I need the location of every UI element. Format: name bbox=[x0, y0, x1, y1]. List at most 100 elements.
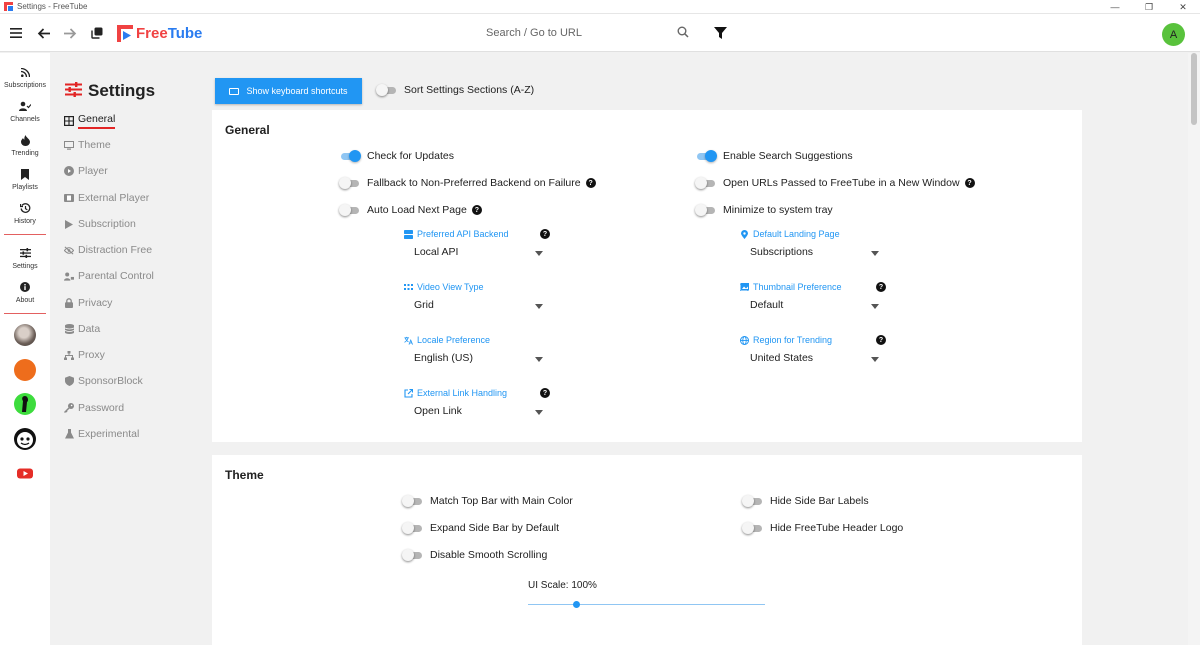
logo-tube-text: Tube bbox=[167, 24, 203, 42]
nav-settings[interactable]: Settings bbox=[0, 245, 50, 279]
toggle-auto-load-next-page[interactable]: Auto Load Next Page ? bbox=[339, 204, 482, 216]
toggle-fallback-backend[interactable]: Fallback to Non-Preferred Backend on Fai… bbox=[339, 177, 596, 189]
side-navigation: Subscriptions Channels Trending Playlist… bbox=[0, 53, 50, 645]
search-bar bbox=[458, 21, 698, 45]
channel-avatar[interactable] bbox=[14, 393, 36, 415]
toggle-switch[interactable] bbox=[695, 150, 717, 162]
ui-scale-slider-handle[interactable] bbox=[573, 601, 580, 608]
toggle-check-for-updates[interactable]: Check for Updates bbox=[339, 150, 454, 162]
toggle-switch[interactable] bbox=[339, 204, 361, 216]
menu-password[interactable]: Password bbox=[64, 400, 124, 416]
toggle-switch[interactable] bbox=[402, 522, 424, 534]
lock-icon bbox=[64, 298, 74, 308]
toggle-switch[interactable] bbox=[742, 495, 764, 507]
network-icon bbox=[64, 350, 74, 360]
channel-avatar[interactable] bbox=[14, 428, 36, 450]
help-icon[interactable]: ? bbox=[471, 205, 482, 215]
nav-channels[interactable]: Channels bbox=[0, 98, 50, 132]
toggle-match-top-bar[interactable]: Match Top Bar with Main Color bbox=[402, 495, 573, 507]
toggle-minimize-to-tray[interactable]: Minimize to system tray bbox=[695, 204, 833, 216]
back-arrow-icon[interactable] bbox=[33, 23, 53, 43]
toggle-switch[interactable] bbox=[695, 204, 717, 216]
dropdown-arrow-icon bbox=[871, 304, 879, 309]
monitor-icon bbox=[64, 140, 74, 150]
menu-experimental[interactable]: Experimental bbox=[64, 426, 139, 442]
toggle-label: Hide Side Bar Labels bbox=[770, 495, 869, 507]
help-icon[interactable]: ? bbox=[540, 388, 550, 398]
menu-icon[interactable] bbox=[6, 23, 26, 43]
toggle-disable-smooth-scrolling[interactable]: Disable Smooth Scrolling bbox=[402, 549, 547, 561]
menu-subscription[interactable]: Subscription bbox=[64, 216, 136, 232]
select-label: Locale Preference bbox=[417, 335, 491, 345]
nav-history[interactable]: History bbox=[0, 200, 50, 234]
select-value: United States bbox=[750, 352, 814, 364]
toggle-switch[interactable] bbox=[376, 84, 398, 96]
profile-avatar[interactable]: A bbox=[1162, 23, 1185, 46]
toggle-label: Minimize to system tray bbox=[723, 204, 833, 216]
help-icon[interactable]: ? bbox=[540, 229, 550, 239]
new-window-icon[interactable] bbox=[87, 23, 107, 43]
dropdown-arrow-icon bbox=[535, 304, 543, 309]
menu-parental-control[interactable]: Parental Control bbox=[64, 268, 154, 284]
keyboard-icon bbox=[229, 87, 240, 95]
nav-trending[interactable]: Trending bbox=[0, 132, 50, 166]
channel-avatar[interactable] bbox=[14, 324, 36, 346]
toggle-label: Disable Smooth Scrolling bbox=[430, 549, 548, 561]
select-label: Preferred API Backend bbox=[417, 229, 509, 239]
ui-scale-slider-track[interactable] bbox=[528, 604, 765, 605]
search-input[interactable] bbox=[458, 27, 658, 39]
menu-player[interactable]: Player bbox=[64, 163, 108, 179]
menu-privacy[interactable]: Privacy bbox=[64, 295, 112, 311]
help-icon[interactable]: ? bbox=[876, 282, 886, 292]
toggle-hide-header-logo[interactable]: Hide FreeTube Header Logo bbox=[742, 522, 903, 534]
nav-about[interactable]: About bbox=[0, 279, 50, 313]
toggle-label: Auto Load Next Page bbox=[367, 204, 467, 216]
scrollbar-thumb[interactable] bbox=[1191, 53, 1197, 125]
toggle-hide-side-bar-labels[interactable]: Hide Side Bar Labels bbox=[742, 495, 869, 507]
channel-avatar[interactable] bbox=[14, 359, 36, 381]
forward-arrow-icon[interactable] bbox=[60, 23, 80, 43]
freetube-app-icon bbox=[4, 2, 13, 11]
freetube-logo[interactable]: FreeTube bbox=[117, 23, 202, 43]
help-icon[interactable]: ? bbox=[964, 178, 975, 188]
image-icon bbox=[740, 283, 749, 292]
section-title: General bbox=[225, 123, 270, 137]
menu-distraction-free[interactable]: Distraction Free bbox=[64, 242, 152, 258]
toggle-open-urls-new-window[interactable]: Open URLs Passed to FreeTube in a New Wi… bbox=[695, 177, 975, 189]
play-icon bbox=[64, 219, 74, 229]
toggle-switch[interactable] bbox=[339, 177, 361, 189]
toggle-switch[interactable] bbox=[402, 549, 424, 561]
toggle-label: Open URLs Passed to FreeTube in a New Wi… bbox=[723, 177, 960, 189]
toggle-switch[interactable] bbox=[742, 522, 764, 534]
restore-button[interactable]: ❐ bbox=[1132, 0, 1166, 14]
nav-subscriptions[interactable]: Subscriptions bbox=[0, 64, 50, 98]
sort-settings-toggle[interactable]: Sort Settings Sections (A-Z) bbox=[376, 84, 534, 96]
toggle-switch[interactable] bbox=[695, 177, 717, 189]
menu-sponsorblock[interactable]: SponsorBlock bbox=[64, 373, 143, 389]
key-icon bbox=[64, 403, 74, 413]
select-label: Region for Trending bbox=[753, 335, 833, 345]
search-icon[interactable] bbox=[677, 26, 689, 41]
nav-playlists[interactable]: Playlists bbox=[0, 166, 50, 200]
nav-label: Subscriptions bbox=[3, 82, 47, 89]
filter-icon[interactable] bbox=[710, 23, 730, 43]
close-button[interactable]: ✕ bbox=[1166, 0, 1200, 14]
minimize-button[interactable]: — bbox=[1098, 0, 1132, 14]
toggle-label: Sort Settings Sections (A-Z) bbox=[404, 84, 535, 96]
menu-data[interactable]: Data bbox=[64, 321, 100, 337]
toggle-switch[interactable] bbox=[339, 150, 361, 162]
show-keyboard-shortcuts-button[interactable]: Show keyboard shortcuts bbox=[215, 78, 362, 104]
menu-proxy[interactable]: Proxy bbox=[64, 347, 105, 363]
menu-external-player[interactable]: External Player bbox=[64, 190, 149, 206]
toggle-switch[interactable] bbox=[402, 495, 424, 507]
toggle-enable-search-suggestions[interactable]: Enable Search Suggestions bbox=[695, 150, 853, 162]
film-icon bbox=[64, 193, 74, 203]
help-icon[interactable]: ? bbox=[876, 335, 886, 345]
sliders-icon bbox=[18, 246, 32, 260]
menu-general[interactable]: General bbox=[64, 113, 116, 129]
help-icon[interactable]: ? bbox=[585, 178, 596, 188]
page-scrollbar[interactable] bbox=[1188, 53, 1200, 645]
menu-theme[interactable]: Theme bbox=[64, 137, 111, 153]
toggle-expand-side-bar[interactable]: Expand Side Bar by Default bbox=[402, 522, 559, 534]
youtube-channel-avatar[interactable] bbox=[14, 462, 36, 484]
